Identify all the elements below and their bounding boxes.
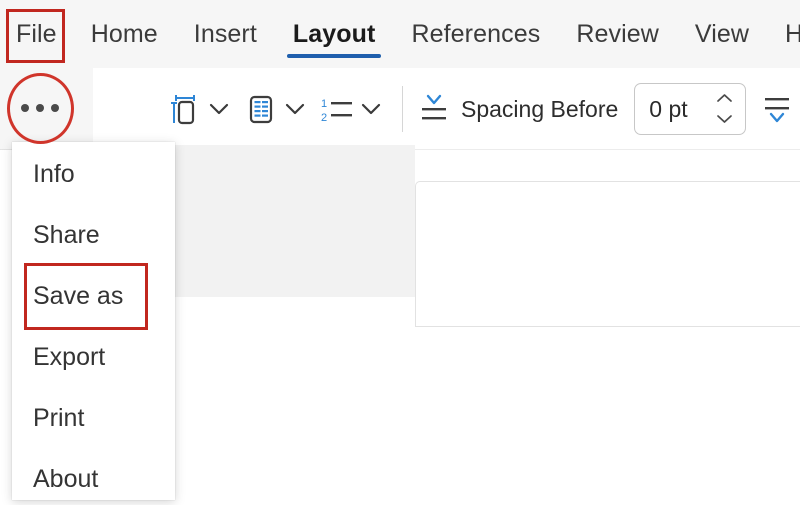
ribbon-command-group: 1 2 Spacing Before 0 pt [168, 68, 794, 150]
tab-references[interactable]: References [393, 0, 558, 68]
columns-command[interactable] [244, 68, 320, 150]
tab-home-label: Home [90, 19, 158, 48]
canvas-gray-panel [173, 145, 415, 297]
ellipsis-icon [36, 104, 44, 112]
menu-item-about-label: About [33, 464, 99, 493]
columns-chevron-down-icon[interactable] [280, 89, 310, 129]
tab-help[interactable]: Help [767, 0, 800, 68]
tab-review-label: Review [576, 19, 659, 48]
svg-text:2: 2 [321, 112, 327, 124]
menu-item-info[interactable]: Info [12, 148, 175, 200]
ellipsis-icon [21, 104, 29, 112]
page-size-chevron-down-icon[interactable] [204, 89, 234, 129]
line-numbers-chevron-down-icon[interactable] [356, 89, 386, 129]
line-numbers-command[interactable]: 1 2 [320, 68, 396, 150]
ribbon-tab-strip: File Home Insert Layout References Revie… [0, 0, 800, 68]
tab-layout[interactable]: Layout [275, 0, 394, 68]
tab-layout-label: Layout [292, 19, 376, 48]
menu-item-about[interactable]: About [12, 453, 175, 505]
ribbon-overflow-button[interactable] [10, 88, 70, 128]
line-numbers-icon: 1 2 [320, 89, 354, 129]
tab-list: File Home Insert Layout References Revie… [0, 0, 800, 68]
menu-item-export[interactable]: Export [12, 331, 175, 383]
stepper-arrows [713, 90, 735, 129]
spacing-before-command[interactable]: Spacing Before 0 pt [417, 68, 747, 150]
menu-item-share[interactable]: Share [12, 209, 175, 261]
menu-item-export-label: Export [33, 342, 106, 371]
tab-insert[interactable]: Insert [176, 0, 275, 68]
tab-view[interactable]: View [677, 0, 767, 68]
menu-item-info-label: Info [33, 159, 75, 188]
tab-home[interactable]: Home [73, 0, 176, 68]
tab-file-label: File [16, 19, 57, 48]
tab-help-label: Help [785, 19, 800, 48]
tab-insert-label: Insert [193, 19, 257, 48]
document-page[interactable] [415, 181, 800, 327]
svg-text:1: 1 [321, 98, 327, 110]
spacing-after-command[interactable] [746, 68, 794, 150]
menu-item-save-as[interactable]: Save as [12, 270, 175, 322]
spacing-before-stepper[interactable]: 0 pt [634, 83, 747, 135]
spacing-before-icon [417, 89, 451, 129]
tab-view-label: View [694, 19, 750, 48]
active-tab-underline [286, 54, 382, 58]
tab-references-label: References [411, 19, 541, 48]
stepper-down-icon[interactable] [716, 111, 733, 129]
ribbon-divider [402, 86, 403, 132]
menu-item-share-label: Share [33, 220, 100, 249]
app-window: File Home Insert Layout References Revie… [0, 0, 800, 500]
spacing-before-label: Spacing Before [461, 95, 619, 122]
menu-item-print-label: Print [33, 403, 85, 432]
stepper-up-icon[interactable] [716, 90, 733, 108]
spacing-before-value: 0 pt [649, 95, 688, 122]
columns-icon [244, 89, 278, 129]
spacing-after-icon [760, 89, 794, 129]
tab-review[interactable]: Review [558, 0, 677, 68]
ellipsis-icon [51, 104, 59, 112]
page-size-icon [168, 89, 202, 129]
tab-file[interactable]: File [0, 0, 73, 68]
menu-item-print[interactable]: Print [12, 392, 175, 444]
page-size-command[interactable] [168, 68, 244, 150]
file-menu-dropdown: Info Share Save as Export Print About [12, 142, 175, 500]
menu-item-save-as-label: Save as [33, 281, 124, 310]
